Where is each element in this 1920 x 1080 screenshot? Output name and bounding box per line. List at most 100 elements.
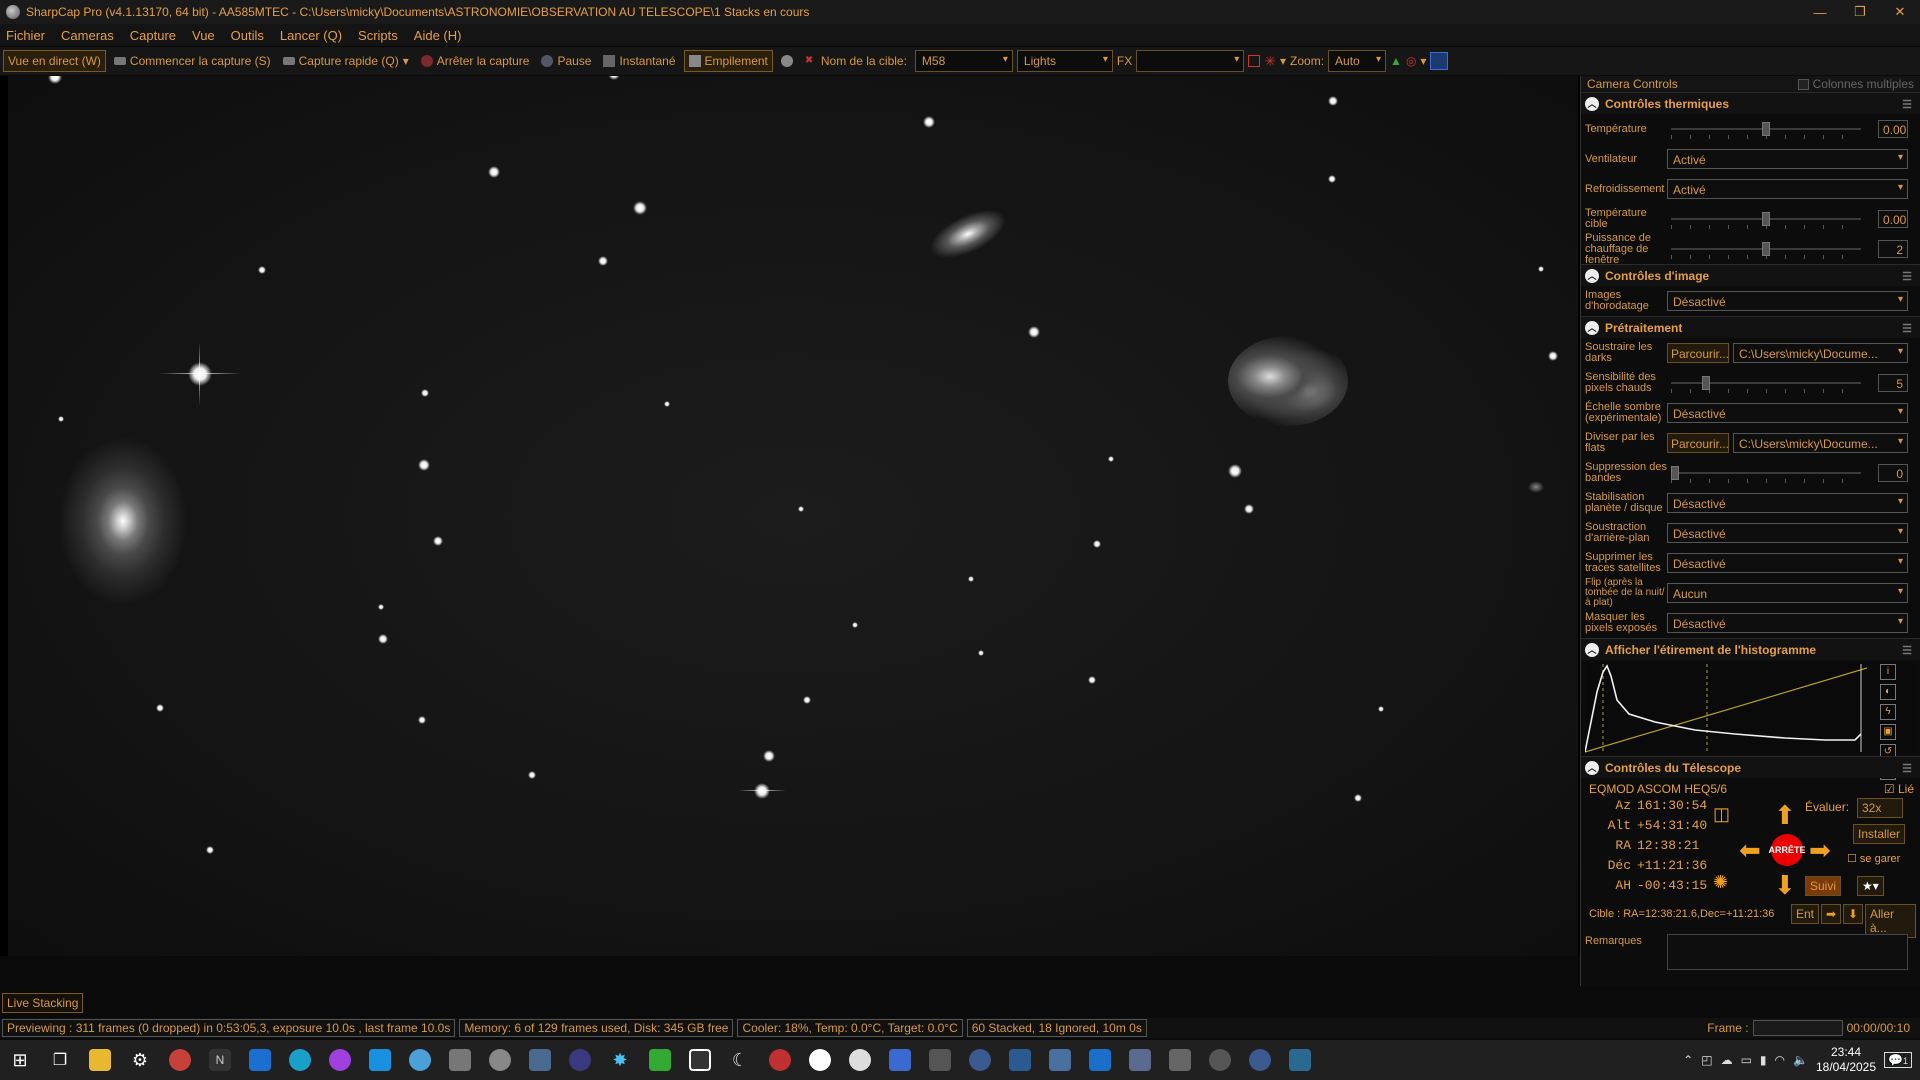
banding-value[interactable]: 0 xyxy=(1878,464,1908,482)
arrow-right-icon[interactable]: ➡ xyxy=(1809,837,1831,863)
menu-lancer[interactable]: Lancer (Q) xyxy=(280,28,342,43)
app-icon[interactable] xyxy=(680,1040,720,1080)
menu-capture[interactable]: Capture xyxy=(130,28,176,43)
quick-capture-button[interactable]: Capture rapide (Q) ▾ xyxy=(279,50,413,72)
darks-browse-button[interactable]: Parcourir... xyxy=(1667,343,1729,363)
app-icon[interactable]: ✸ xyxy=(600,1040,640,1080)
snapshot-button[interactable]: Instantané xyxy=(599,50,679,72)
stacking-button[interactable]: Empilement xyxy=(683,50,773,72)
arrow-up-icon[interactable]: ⬆ xyxy=(1774,802,1796,828)
heater-value[interactable]: 2 xyxy=(1878,240,1908,258)
home-icon[interactable]: ✺ xyxy=(1713,872,1728,893)
histogram-plot[interactable] xyxy=(1585,662,1867,754)
app-icon[interactable] xyxy=(440,1040,480,1080)
app-icon[interactable] xyxy=(520,1040,560,1080)
menu-cameras[interactable]: Cameras xyxy=(61,28,114,43)
app-icon[interactable] xyxy=(960,1040,1000,1080)
chevron-down-icon[interactable]: ▾ xyxy=(1420,54,1426,68)
app-icon[interactable] xyxy=(880,1040,920,1080)
arrow-left-icon[interactable]: ⬅ xyxy=(1739,837,1761,863)
app-icon[interactable] xyxy=(1000,1040,1040,1080)
settings-icon[interactable]: ⚙ xyxy=(120,1040,160,1080)
moon-icon[interactable]: ☾ xyxy=(720,1040,760,1080)
menu-scripts[interactable]: Scripts xyxy=(358,28,398,43)
menu-fichier[interactable]: Fichier xyxy=(6,28,45,43)
wifi-icon[interactable]: ◠ xyxy=(1775,1053,1785,1067)
target-temp-slider[interactable] xyxy=(1671,209,1861,229)
lightning-icon[interactable]: ϟ xyxy=(1880,704,1896,720)
collapse-icon[interactable]: ︿ xyxy=(1585,320,1599,335)
timestamp-combo[interactable]: Désactivé xyxy=(1667,291,1908,311)
outlook-icon[interactable] xyxy=(240,1040,280,1080)
sync-icon[interactable]: ◫ xyxy=(1713,804,1730,825)
app-icon[interactable] xyxy=(640,1040,680,1080)
messenger-icon[interactable] xyxy=(320,1040,360,1080)
image-group-header[interactable]: ︿ Contrôles d'image ☰ xyxy=(1581,264,1920,286)
target-name-combo[interactable]: M58 xyxy=(914,50,1013,72)
color-picker-icon[interactable] xyxy=(1430,52,1449,70)
fx-combo[interactable] xyxy=(1136,50,1245,72)
network-icon[interactable]: ◰ xyxy=(1701,1053,1712,1067)
zoom-tool-icon[interactable]: ◎ xyxy=(1406,54,1416,68)
menu-icon[interactable]: ☰ xyxy=(1902,270,1912,283)
rate-combo[interactable]: 32x xyxy=(1857,798,1903,818)
collapse-icon[interactable]: ︿ xyxy=(1585,760,1599,775)
stop-button[interactable]: ARRÊTE xyxy=(1769,834,1806,866)
app-icon[interactable] xyxy=(1120,1040,1160,1080)
enter-button[interactable]: Ent xyxy=(1791,904,1820,924)
app-icon[interactable] xyxy=(1200,1040,1240,1080)
mask-combo[interactable]: Désactivé xyxy=(1667,613,1908,633)
heater-slider[interactable] xyxy=(1671,239,1861,259)
histogram-group-header[interactable]: ︿ Afficher l'étirement de l'histogramme … xyxy=(1581,638,1920,660)
fan-combo[interactable]: Activé xyxy=(1667,149,1908,169)
app-icon[interactable] xyxy=(1240,1040,1280,1080)
edge-icon[interactable] xyxy=(280,1040,320,1080)
preprocessing-group-header[interactable]: ︿ Prétraitement ☰ xyxy=(1581,316,1920,338)
app-icon[interactable] xyxy=(840,1040,880,1080)
cloud-icon[interactable]: ☁ xyxy=(1721,1053,1733,1067)
chat-icon[interactable] xyxy=(360,1040,400,1080)
menu-vue[interactable]: Vue xyxy=(192,28,215,43)
minimize-icon[interactable]: — xyxy=(1802,0,1838,24)
park-toggle[interactable]: ☐ se garer xyxy=(1847,852,1900,865)
temperature-slider[interactable] xyxy=(1671,119,1861,139)
menu-icon[interactable]: ☰ xyxy=(1902,98,1912,111)
target-temp-value[interactable]: 0.00 xyxy=(1878,210,1908,228)
start-capture-button[interactable]: Commencer la capture (S) xyxy=(110,50,275,72)
roi-icon[interactable] xyxy=(1248,55,1261,67)
windows-start-icon[interactable]: ⊞ xyxy=(0,1040,40,1080)
thermal-group-header[interactable]: ︿ Contrôles thermiques ☰ xyxy=(1581,92,1920,114)
task-view-icon[interactable]: ❐ xyxy=(40,1040,80,1080)
pause-button[interactable]: Pause xyxy=(537,50,595,72)
app-icon[interactable] xyxy=(760,1040,800,1080)
volume-icon[interactable]: 🔈 xyxy=(1793,1053,1808,1067)
menu-icon[interactable]: ☰ xyxy=(1902,322,1912,335)
zoom-combo[interactable]: Auto xyxy=(1328,50,1387,72)
arrow-down-icon[interactable]: ⬇ xyxy=(1843,904,1864,924)
bg-sub-combo[interactable]: Désactivé xyxy=(1667,523,1908,543)
flip-combo[interactable]: Aucun xyxy=(1667,583,1908,603)
star-icon[interactable]: ★▾ xyxy=(1857,876,1884,896)
app-icon[interactable] xyxy=(1040,1040,1080,1080)
sharpcap-icon[interactable] xyxy=(480,1040,520,1080)
record-button[interactable] xyxy=(777,50,797,72)
app-icon[interactable] xyxy=(920,1040,960,1080)
hotpix-slider[interactable] xyxy=(1671,373,1861,393)
frame-type-combo[interactable]: Lights xyxy=(1016,50,1113,72)
crosshair-icon[interactable]: ✳ xyxy=(1264,53,1276,70)
collapse-icon[interactable]: ︿ xyxy=(1585,642,1599,657)
install-button[interactable]: Installer xyxy=(1853,824,1906,844)
close-icon[interactable]: ✕ xyxy=(1882,0,1918,24)
sat-trail-combo[interactable]: Désactivé xyxy=(1667,553,1908,573)
menu-icon[interactable]: ☰ xyxy=(1902,644,1912,657)
live-view-button[interactable]: Vue en direct (W) xyxy=(3,50,106,72)
app-icon[interactable] xyxy=(800,1040,840,1080)
track-button[interactable]: Suivi xyxy=(1805,876,1842,896)
linked-toggle[interactable]: ☑ Lié xyxy=(1884,782,1914,796)
display-icon[interactable]: ▭ xyxy=(1741,1053,1752,1067)
live-stacking-tab[interactable]: Live Stacking xyxy=(2,993,84,1013)
flats-path-combo[interactable]: C:\Users\micky\Docume... xyxy=(1733,433,1908,453)
telescope-app-icon[interactable] xyxy=(400,1040,440,1080)
banding-slider[interactable] xyxy=(1671,463,1861,483)
histogram-view[interactable]: i◐ ϟ▣ ↺ ▤ xyxy=(1585,662,1916,780)
